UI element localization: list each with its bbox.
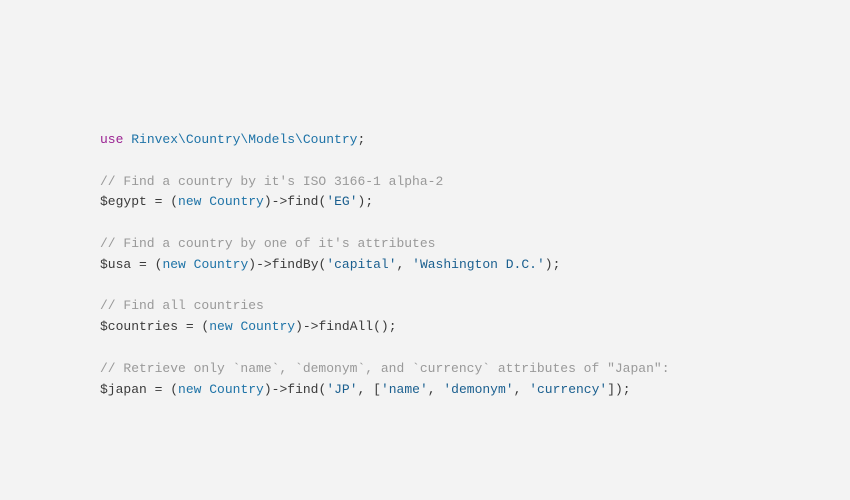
comment-line: // Find all countries: [100, 298, 264, 313]
arrow-op: ->: [256, 257, 272, 272]
variable: $japan: [100, 382, 147, 397]
code-snippet: use Rinvex\Country\Models\Country; // Fi…: [100, 130, 850, 400]
comment-line: // Retrieve only `name`, `demonym`, and …: [100, 361, 670, 376]
namespace-path: Rinvex\Country\Models\Country: [131, 132, 357, 147]
paren: (: [373, 319, 381, 334]
string-literal: 'capital': [326, 257, 396, 272]
string-literal: 'demonym': [443, 382, 513, 397]
class-name: Country: [240, 319, 295, 334]
comma: ,: [397, 257, 413, 272]
keyword-new: new: [178, 194, 201, 209]
semicolon: ;: [357, 132, 365, 147]
method-call: find: [287, 194, 318, 209]
method-call: findAll: [318, 319, 373, 334]
method-call: find: [287, 382, 318, 397]
comma: , [: [358, 382, 381, 397]
paren: ): [248, 257, 256, 272]
class-name: Country: [209, 382, 264, 397]
comment-line: // Find a country by it's ISO 3166-1 alp…: [100, 174, 443, 189]
variable: $usa: [100, 257, 131, 272]
comma: ,: [514, 382, 530, 397]
arrow-op: ->: [272, 194, 288, 209]
keyword-use: use: [100, 132, 123, 147]
keyword-new: new: [209, 319, 232, 334]
string-literal: 'EG': [326, 194, 357, 209]
paren: ): [264, 382, 272, 397]
method-call: findBy: [272, 257, 319, 272]
punct: );: [358, 194, 374, 209]
paren: ): [295, 319, 303, 334]
comma: ,: [428, 382, 444, 397]
operator: = (: [178, 319, 209, 334]
string-literal: 'currency': [529, 382, 607, 397]
string-literal: 'Washington D.C.': [412, 257, 545, 272]
variable: $egypt: [100, 194, 147, 209]
operator: = (: [131, 257, 162, 272]
class-name: Country: [194, 257, 249, 272]
variable: $countries: [100, 319, 178, 334]
punct: );: [545, 257, 561, 272]
keyword-new: new: [178, 382, 201, 397]
punct: );: [381, 319, 397, 334]
arrow-op: ->: [303, 319, 319, 334]
punct: ]);: [607, 382, 630, 397]
comment-line: // Find a country by one of it's attribu…: [100, 236, 435, 251]
keyword-new: new: [162, 257, 185, 272]
paren: ): [264, 194, 272, 209]
string-literal: 'JP': [326, 382, 357, 397]
operator: = (: [147, 382, 178, 397]
class-name: Country: [209, 194, 264, 209]
string-literal: 'name': [381, 382, 428, 397]
arrow-op: ->: [272, 382, 288, 397]
operator: = (: [147, 194, 178, 209]
